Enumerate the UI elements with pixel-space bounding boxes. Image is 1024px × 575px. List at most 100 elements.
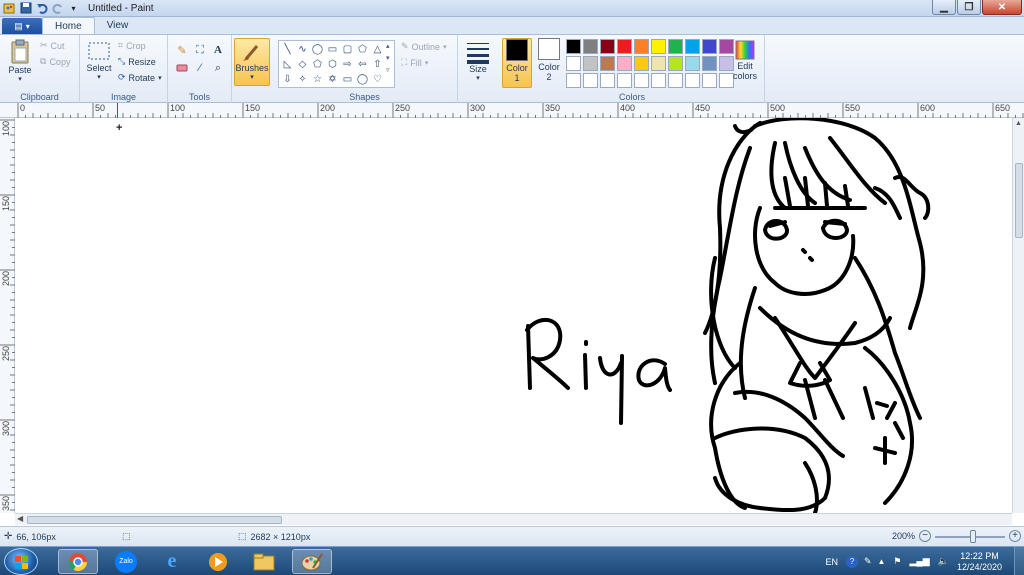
palette-swatch[interactable] (634, 73, 649, 88)
polygon-shape-icon[interactable]: ⬠ (355, 42, 370, 57)
edit-colors-button[interactable]: Edit colors (730, 39, 760, 81)
palette-swatch[interactable] (651, 39, 666, 54)
right-triangle-shape-icon[interactable]: ◺ (280, 57, 295, 72)
taskbar-chrome[interactable] (58, 549, 98, 574)
magnifier-icon[interactable]: ⌕ (210, 60, 226, 76)
maximize-button[interactable]: ❐ (957, 0, 981, 15)
right-arrow-shape-icon[interactable]: ⇨ (340, 57, 355, 72)
palette-swatch[interactable] (668, 39, 683, 54)
palette-swatch[interactable] (617, 56, 632, 71)
palette-swatch[interactable] (634, 39, 649, 54)
size-button[interactable]: Size ▾ (462, 40, 494, 82)
rounded-rectangle-shape-icon[interactable]: ▢ (340, 42, 355, 57)
fill-button[interactable]: ⛶ Fill ▾ (401, 57, 428, 68)
close-button[interactable]: ✕ (982, 0, 1022, 15)
zoom-slider-knob[interactable] (970, 530, 976, 543)
palette-swatch[interactable] (566, 39, 581, 54)
palette-swatch[interactable] (668, 56, 683, 71)
palette-swatch[interactable] (702, 56, 717, 71)
scroll-left-icon[interactable]: ◀ (17, 514, 23, 523)
minimize-button[interactable]: ▁ (932, 0, 956, 15)
palette-swatch[interactable] (583, 56, 598, 71)
palette-swatch[interactable] (702, 39, 717, 54)
paint-app-icon[interactable] (3, 2, 16, 15)
taskbar-zalo[interactable]: Zalo (106, 549, 146, 574)
show-desktop-button[interactable] (1014, 547, 1024, 575)
undo-icon[interactable] (35, 2, 48, 15)
callout-rect-shape-icon[interactable]: ▭ (340, 72, 355, 87)
copy-button[interactable]: ⧉ Copy (40, 56, 70, 67)
down-arrow-shape-icon[interactable]: ⇩ (280, 72, 295, 87)
customize-qat-dropdown-icon[interactable]: ▾ (67, 2, 80, 15)
pencil-icon[interactable]: ✎ (174, 42, 190, 58)
eraser-icon[interactable] (174, 60, 190, 76)
redo-icon[interactable] (51, 2, 64, 15)
diamond-shape-icon[interactable]: ◇ (295, 57, 310, 72)
show-hidden-icons-icon[interactable]: ▲ (878, 557, 886, 566)
palette-swatch[interactable] (702, 73, 717, 88)
up-arrow-shape-icon[interactable]: ⇧ (370, 57, 385, 72)
cut-button[interactable]: ✂ Cut (40, 40, 65, 51)
volume-icon[interactable]: 🔈 (938, 556, 949, 567)
shapes-gallery[interactable]: ╲ ∿ ◯ ▭ ▢ ⬠ △ ◺ ◇ ⬠ ⬡ ⇨ ⇦ ⇧ ⇩ ✧ ☆ ✡ ▭ ◯ (278, 40, 395, 88)
palette-swatch[interactable] (651, 56, 666, 71)
fill-bucket-icon[interactable]: ⛶ (192, 42, 208, 58)
four-point-star-shape-icon[interactable]: ✧ (295, 72, 310, 87)
outline-button[interactable]: ✎ Outline ▾ (401, 41, 447, 52)
zoom-out-icon[interactable]: − (919, 530, 931, 542)
paste-button[interactable]: Paste ▾ (6, 39, 34, 83)
line-shape-icon[interactable]: ╲ (280, 42, 295, 57)
curve-shape-icon[interactable]: ∿ (295, 42, 310, 57)
zoom-in-icon[interactable]: + (1009, 530, 1021, 542)
five-point-star-shape-icon[interactable]: ☆ (310, 72, 325, 87)
rotate-button[interactable]: ⟳ Rotate ▾ (118, 72, 162, 83)
color-picker-icon[interactable]: ⁄ (192, 60, 208, 76)
crop-button[interactable]: ⌗ Crop (118, 40, 146, 51)
tab-home[interactable]: Home (42, 17, 95, 34)
tab-view[interactable]: View (95, 17, 141, 34)
vertical-scroll-thumb[interactable] (1015, 163, 1023, 238)
start-button[interactable] (4, 548, 38, 575)
taskbar-paint[interactable] (292, 549, 332, 574)
palette-swatch[interactable] (566, 56, 581, 71)
pentagon-shape-icon[interactable]: ⬠ (310, 57, 325, 72)
palette-swatch[interactable] (685, 73, 700, 88)
paint-menu-button[interactable]: ▤ ▾ (2, 18, 42, 34)
save-icon[interactable] (19, 2, 32, 15)
six-point-star-shape-icon[interactable]: ✡ (325, 72, 340, 87)
select-button[interactable]: Select ▾ (85, 41, 113, 81)
resize-button[interactable]: ⤡ Resize (118, 56, 156, 67)
palette-swatch[interactable] (651, 73, 666, 88)
flag-icon[interactable]: ⚑ (893, 556, 901, 567)
left-arrow-shape-icon[interactable]: ⇦ (355, 57, 370, 72)
scroll-up-icon[interactable]: ▲ (1015, 120, 1022, 127)
palette-swatch[interactable] (685, 39, 700, 54)
palette-swatch[interactable] (566, 73, 581, 88)
horizontal-scroll-thumb[interactable] (27, 516, 282, 524)
taskbar-media-player[interactable] (198, 549, 238, 574)
text-tool-icon[interactable]: A (210, 42, 226, 58)
palette-swatch[interactable] (685, 56, 700, 71)
rectangle-shape-icon[interactable]: ▭ (325, 42, 340, 57)
heart-shape-icon[interactable]: ♡ (370, 72, 385, 87)
shapes-scroll-icon[interactable]: ▴ ▾ ▿ (386, 41, 390, 77)
palette-swatch[interactable] (668, 73, 683, 88)
palette-swatch[interactable] (600, 39, 615, 54)
palette-swatch[interactable] (600, 73, 615, 88)
palette-swatch[interactable] (583, 73, 598, 88)
palette-swatch[interactable] (600, 56, 615, 71)
oval-shape-icon[interactable]: ◯ (310, 42, 325, 57)
pen-icon[interactable]: ✎ (864, 556, 872, 567)
language-indicator[interactable]: EN (825, 557, 838, 567)
palette-swatch[interactable] (617, 39, 632, 54)
callout-oval-shape-icon[interactable]: ◯ (355, 72, 370, 87)
clock[interactable]: 12:22 PM 12/24/2020 (957, 551, 1002, 573)
taskbar-file-explorer[interactable] (244, 549, 284, 574)
network-icon[interactable]: ▂▄▆ (910, 556, 930, 567)
triangle-shape-icon[interactable]: △ (370, 42, 385, 57)
horizontal-scrollbar[interactable]: ◀ (15, 513, 1012, 525)
hexagon-shape-icon[interactable]: ⬡ (325, 57, 340, 72)
help-icon[interactable]: ? (845, 555, 858, 568)
vertical-scrollbar[interactable]: ▲ (1012, 118, 1024, 513)
drawing-canvas[interactable]: + (15, 118, 1012, 513)
